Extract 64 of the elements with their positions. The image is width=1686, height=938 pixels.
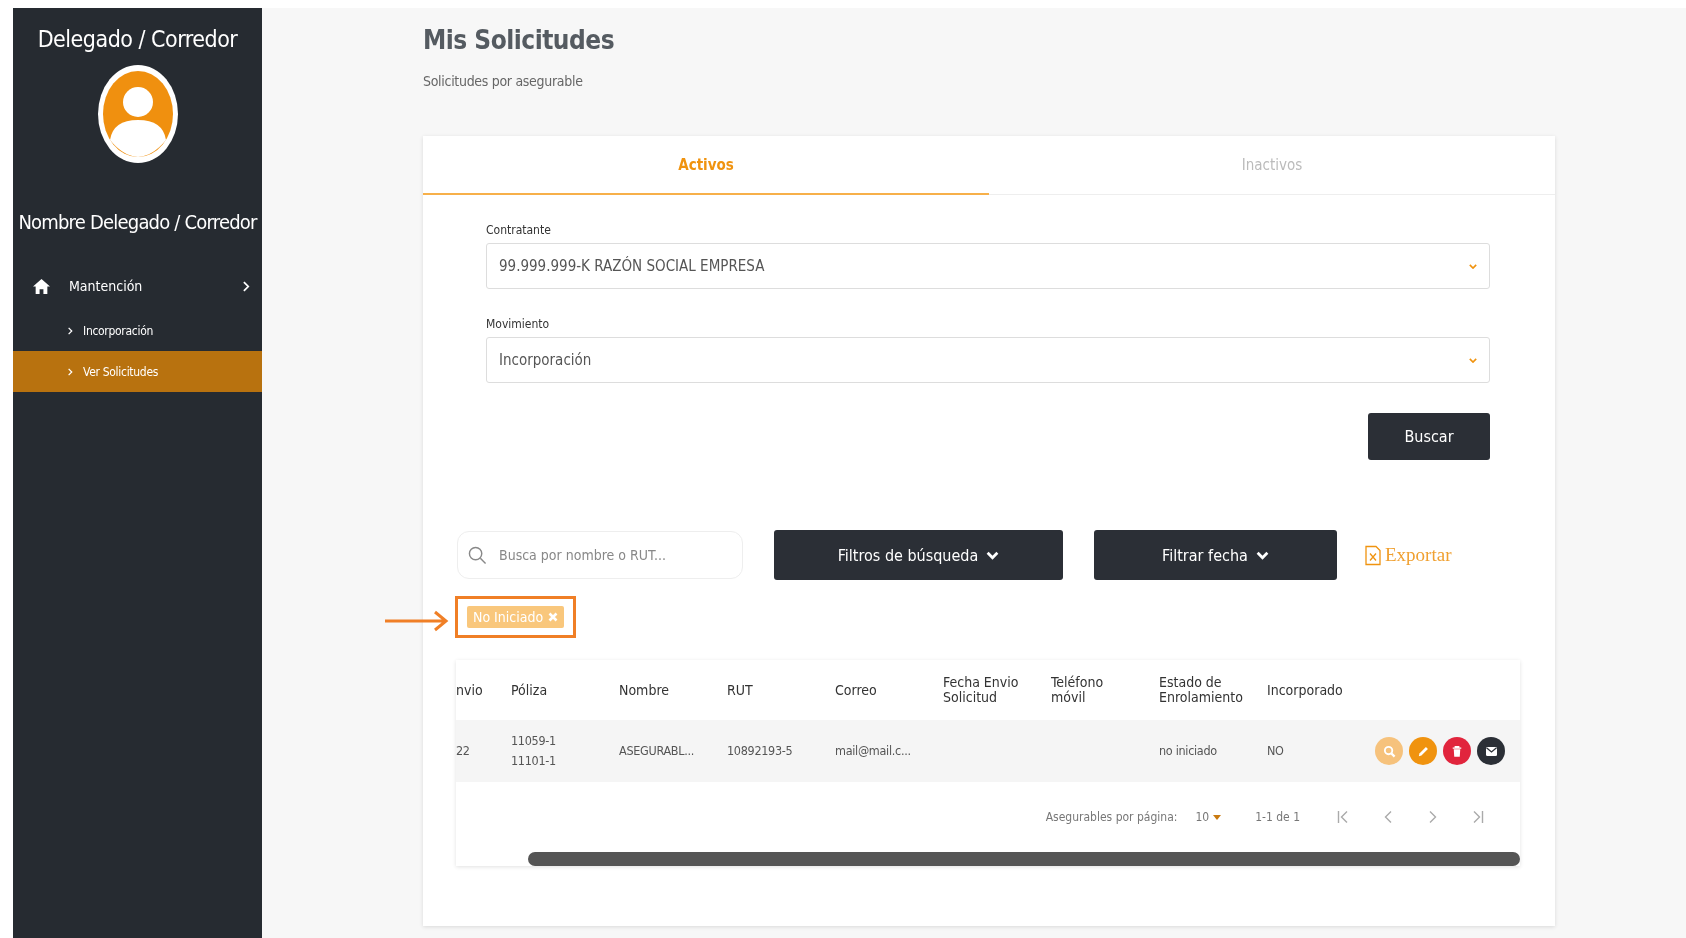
table-cell-text: 10892193-5 [727,742,794,760]
column-header: Incorporado [1267,682,1344,698]
submenu-item[interactable]: Ver Solicitudes [13,351,262,392]
chevron-left-icon [1383,810,1392,824]
menu-item[interactable]: Mantención [13,274,262,298]
select-field[interactable]: 99.999.999-K RAZÓN SOCIAL EMPRESA [486,243,1490,289]
email-button[interactable] [1477,737,1505,765]
table-cell-text: NO [1267,742,1285,760]
search-button[interactable]: Buscar [1368,413,1490,460]
caret-icon [986,550,1000,560]
submenu-item[interactable]: Incorporación [13,310,262,351]
column-header: Fecha Envio Solicitud [943,675,1020,705]
column-header: RUT [727,682,754,698]
view-button[interactable] [1375,737,1403,765]
search-field[interactable]: Busca por nombre o RUT... [457,531,743,579]
caret-icon [1469,263,1477,269]
first-page-icon [1336,810,1349,824]
chevron-right-icon [243,280,250,292]
field-label: Contratante [486,223,552,237]
field-label: Movimiento [486,317,551,331]
table-cell-text: no iniciado [1159,742,1218,760]
chevron-right-icon [1428,810,1437,824]
table-cell-text: 22 [456,742,471,760]
trash-icon [1451,744,1463,758]
column-header: Nombre [619,682,670,698]
column-header: Póliza [511,682,549,698]
table-cell-text: ASEGURABL... [619,742,695,760]
envelope-icon [1484,745,1498,757]
page-range: 1-1 de 1 [1255,810,1300,824]
search-icon [468,545,487,565]
caret-icon [1255,550,1269,560]
pencil-icon [1416,744,1430,758]
dropdown-button[interactable]: Filtros de búsqueda [774,530,1063,580]
select-field[interactable]: Incorporación [486,337,1490,383]
search-icon [1382,744,1396,758]
table-cell-text: 11059-1 11101-1 [511,732,557,770]
column-header: Correo [835,682,878,698]
page-subtitle: Solicitudes por asegurable [423,73,584,89]
dropdown-button[interactable]: Filtrar fecha [1094,530,1337,580]
edit-button[interactable] [1409,737,1437,765]
column-header: Teléfono móvil [1051,675,1105,705]
submenu-label: Incorporación [83,323,153,338]
spreadsheet-file-icon [1365,544,1381,566]
horizontal-scrollbar[interactable] [528,852,1520,866]
home-icon [33,278,50,294]
caret-icon [1469,357,1477,363]
submenu-label: Ver Solicitudes [83,364,159,379]
sidebar-title: Delegado / Corredor [37,26,238,52]
last-page-icon [1471,810,1484,824]
chevron-right-icon [68,367,73,376]
menu-label: Mantención [69,278,144,294]
close-icon [548,612,559,622]
pointer-arrow [385,609,449,633]
delete-button[interactable] [1443,737,1471,765]
avatar-icon [96,64,179,164]
column-header: nvio [456,682,484,698]
page-size-select[interactable]: 10 [1189,809,1228,825]
page-title: Mis Solicitudes [423,25,616,55]
chevron-right-icon [68,326,73,335]
column-header: Estado de Enrolamiento [1159,675,1244,705]
caret-icon [1213,814,1222,820]
user-name: Nombre Delegado / Corredor [18,210,257,234]
table-cell-text: mail@mail.c... [835,742,912,760]
page-size-label: Asegurables por página: [1045,810,1178,824]
